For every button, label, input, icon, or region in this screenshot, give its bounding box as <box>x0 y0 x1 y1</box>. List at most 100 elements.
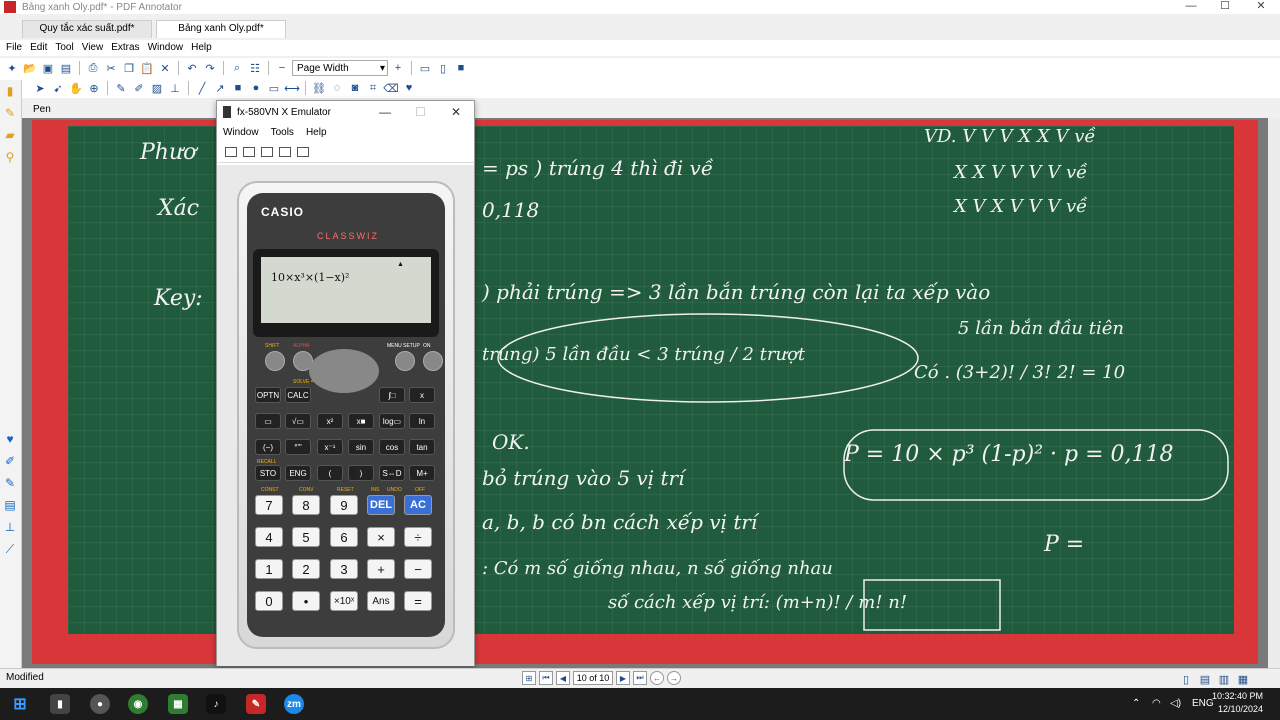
emu-menu-tools[interactable]: Tools <box>271 127 294 138</box>
highlighter-side-icon[interactable]: ✐ <box>0 450 20 472</box>
document-area[interactable]: Phươ Xác Key: = ps ) trúng 4 thì đi về 0… <box>22 118 1268 668</box>
menu-extras[interactable]: Extras <box>111 40 139 56</box>
sto-key[interactable]: STO <box>255 465 281 481</box>
highlighter-icon[interactable]: ✐ <box>131 80 147 96</box>
camera-icon[interactable]: ◙ <box>347 80 363 96</box>
emu-menu-window[interactable]: Window <box>223 127 259 138</box>
fraction-key[interactable]: ▭ <box>255 413 281 429</box>
measure-icon[interactable]: ⟷ <box>284 80 300 96</box>
textbox-icon[interactable]: ▭ <box>266 80 282 96</box>
history-icon[interactable]: ⊞ <box>522 671 536 685</box>
key-4[interactable]: 4 <box>255 527 283 547</box>
log-key[interactable]: log▭ <box>379 413 405 429</box>
key-6[interactable]: 6 <box>330 527 358 547</box>
multiply-key[interactable]: × <box>367 527 395 547</box>
minimize-button[interactable]: — <box>1176 0 1206 14</box>
delete-icon[interactable]: ✕ <box>157 60 173 76</box>
prev-page-button[interactable]: ◀ <box>556 671 570 685</box>
direction-pad[interactable] <box>309 349 379 393</box>
select-icon[interactable]: ➤ <box>32 80 48 96</box>
tiktok-taskbar-icon[interactable]: ♪ <box>206 694 226 714</box>
emu-tool-icon[interactable] <box>243 146 255 157</box>
cos-key[interactable]: cos <box>379 439 405 455</box>
key-9[interactable]: 9 <box>330 495 358 515</box>
zoom-taskbar-icon[interactable]: zm <box>284 694 304 714</box>
menu-window[interactable]: Window <box>148 40 184 56</box>
sin-key[interactable]: sin <box>348 439 374 455</box>
close-button[interactable]: ✕ <box>1246 0 1276 14</box>
del-key[interactable]: DEL <box>367 495 395 515</box>
m-plus-key[interactable]: M+ <box>409 465 435 481</box>
plus-key[interactable]: + <box>367 559 395 579</box>
save-icon[interactable]: ▣ <box>40 60 56 76</box>
power-key[interactable]: x■ <box>348 413 374 429</box>
layout-icon[interactable]: ☷ <box>247 60 263 76</box>
app-taskbar-icon[interactable]: ● <box>90 694 110 714</box>
emu-menu-help[interactable]: Help <box>306 127 327 138</box>
pdf-annotator-taskbar-icon[interactable]: ✎ <box>246 694 266 714</box>
stamp-icon[interactable]: ⊥ <box>167 80 183 96</box>
start-icon[interactable]: ⊞ <box>10 694 30 714</box>
eraser-icon[interactable]: ⌫ <box>383 80 399 96</box>
menu-key[interactable] <box>395 351 415 371</box>
clock[interactable]: 10:32:40 PM 12/10/2024 <box>1212 690 1263 716</box>
key-2[interactable]: 2 <box>292 559 320 579</box>
sqrt-key[interactable]: √▭ <box>285 413 311 429</box>
menu-help[interactable]: Help <box>191 40 212 56</box>
menu-view[interactable]: View <box>82 40 104 56</box>
maximize-button[interactable]: ☐ <box>1210 0 1240 14</box>
vertical-scrollbar[interactable] <box>1268 118 1280 668</box>
single-page-icon[interactable]: ▯ <box>1178 671 1194 687</box>
first-page-button[interactable]: ⏮ <box>539 671 553 685</box>
sd-key[interactable]: S⇔D <box>379 465 405 481</box>
menu-file[interactable]: File <box>6 40 22 56</box>
on-key[interactable] <box>423 351 443 371</box>
divide-key[interactable]: ÷ <box>404 527 432 547</box>
pencil-side-icon[interactable]: ✎ <box>0 472 20 494</box>
open-paren-key[interactable]: ( <box>317 465 343 481</box>
chevron-up-icon[interactable]: ⌃ <box>1132 688 1140 720</box>
calculator-taskbar-icon[interactable]: ▮ <box>50 694 70 714</box>
shift-key[interactable] <box>265 351 285 371</box>
key-1[interactable]: 1 <box>255 559 283 579</box>
redo-icon[interactable]: ↷ <box>202 60 218 76</box>
stamp-side-icon[interactable]: ⊥ <box>0 516 20 538</box>
zoom-select[interactable]: Page Width ▾ <box>292 60 388 76</box>
volume-icon[interactable]: ◁) <box>1170 688 1181 720</box>
emu-tool-icon[interactable] <box>279 146 291 157</box>
key-8[interactable]: 8 <box>292 495 320 515</box>
grid-view-icon[interactable]: ▦ <box>1235 671 1251 687</box>
bookmark-icon[interactable]: ▮ <box>0 80 20 102</box>
rectangle-icon[interactable]: ■ <box>230 80 246 96</box>
emu-tool-icon[interactable] <box>261 146 273 157</box>
two-page-icon[interactable]: ▥ <box>1216 671 1232 687</box>
paste-icon[interactable]: 📋 <box>139 60 155 76</box>
favorite-icon[interactable]: ♥ <box>0 428 20 450</box>
fullscreen-icon[interactable]: ■ <box>453 60 469 76</box>
emulator-minimize-button[interactable]: — <box>379 105 391 119</box>
eng-key[interactable]: ENG <box>285 465 311 481</box>
copy-icon[interactable]: ❐ <box>121 60 137 76</box>
crop-icon[interactable]: ⌗ <box>365 80 381 96</box>
pen-tool-icon[interactable]: ✎ <box>0 102 20 124</box>
image-icon[interactable]: ▨ <box>149 80 165 96</box>
emulator-close-button[interactable]: ✕ <box>451 105 461 119</box>
ln-key[interactable]: ln <box>409 413 435 429</box>
last-page-button[interactable]: ⏭ <box>633 671 647 685</box>
ans-key[interactable]: Ans <box>367 591 395 611</box>
menu-tool[interactable]: Tool <box>55 40 73 56</box>
ellipse-icon[interactable]: ● <box>248 80 264 96</box>
fit-page-icon[interactable]: ▭ <box>417 60 433 76</box>
emu-tool-icon[interactable] <box>297 146 309 157</box>
arrow-icon[interactable]: ↗ <box>212 80 228 96</box>
counter-icon[interactable]: ▤ <box>0 494 20 516</box>
negative-key[interactable]: (−) <box>255 439 281 455</box>
calc-key[interactable]: CALC <box>285 387 311 403</box>
wifi-icon[interactable]: ◠ <box>1152 688 1161 720</box>
key-0[interactable]: 0 <box>255 591 283 611</box>
tab-bang-xanh[interactable]: Bảng xanh Oly.pdf* <box>156 20 286 38</box>
square-key[interactable]: x² <box>317 413 343 429</box>
next-page-button[interactable]: ▶ <box>616 671 630 685</box>
menu-edit[interactable]: Edit <box>30 40 47 56</box>
forward-button[interactable]: → <box>667 671 681 685</box>
